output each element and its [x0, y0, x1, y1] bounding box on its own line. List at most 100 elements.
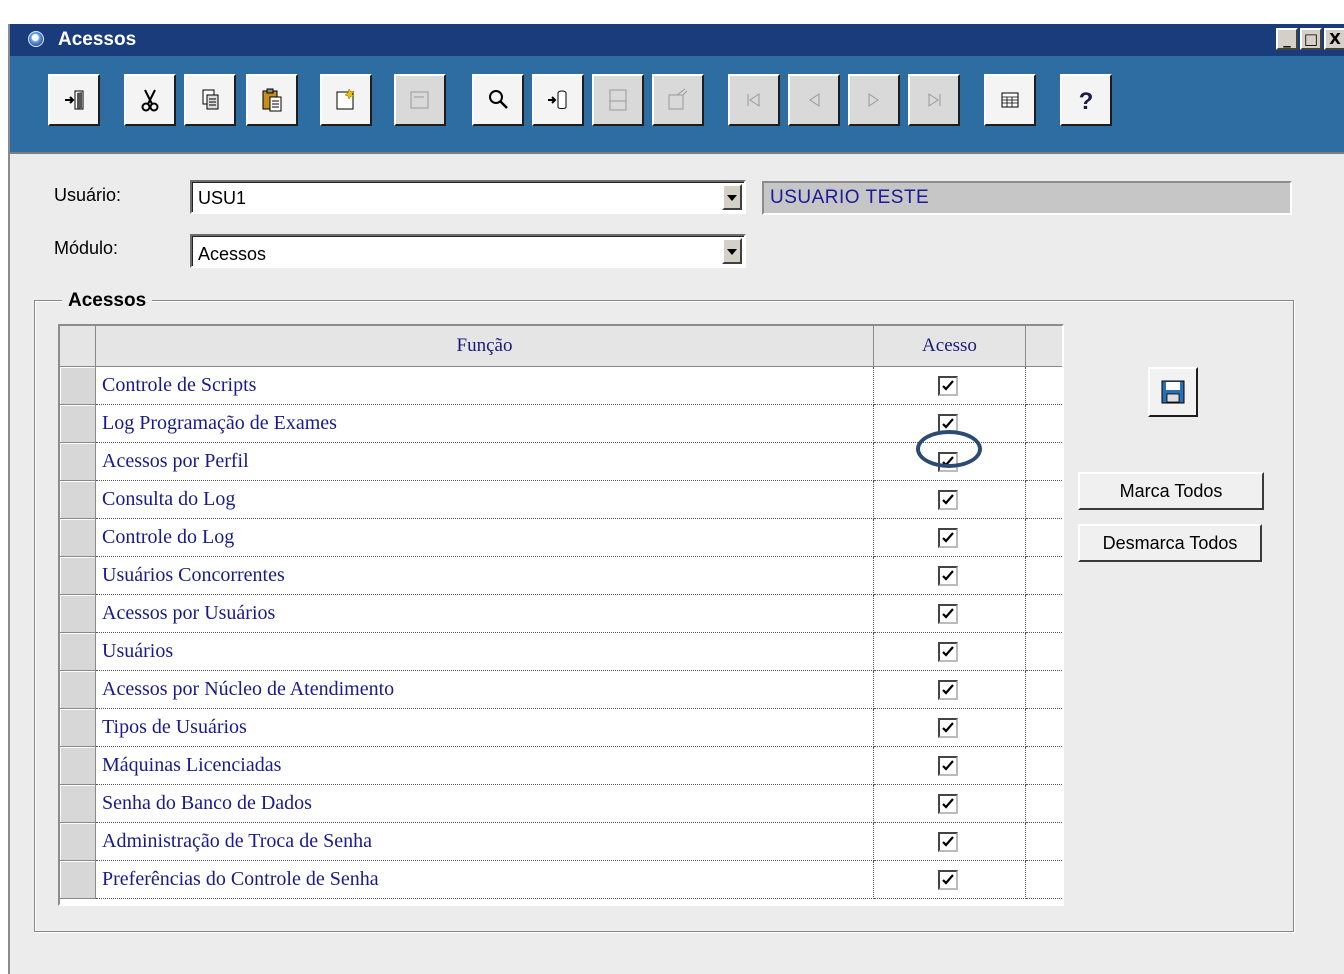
extra-cell: [1026, 747, 1062, 785]
desmarca-todos-button[interactable]: Desmarca Todos: [1078, 524, 1262, 562]
delete-record-button[interactable]: [592, 74, 644, 126]
insert-record-icon: [548, 90, 567, 109]
table-row[interactable]: Tipos de Usuários: [60, 709, 1062, 747]
insert-record-button[interactable]: [532, 74, 584, 126]
extra-cell: [1026, 481, 1062, 519]
table-row[interactable]: Log Programação de Exames: [60, 405, 1062, 443]
acesso-cell: [874, 405, 1026, 443]
marca-todos-button[interactable]: Marca Todos: [1078, 472, 1264, 510]
acesso-checkbox[interactable]: [938, 490, 958, 510]
funcao-cell[interactable]: Acessos por Perfil: [96, 443, 874, 481]
row-selector[interactable]: [60, 557, 96, 595]
table-row[interactable]: Usuários: [60, 633, 1062, 671]
funcao-cell[interactable]: Senha do Banco de Dados: [96, 785, 874, 823]
funcao-cell[interactable]: Máquinas Licenciadas: [96, 747, 874, 785]
row-selector[interactable]: [60, 443, 96, 481]
funcao-cell[interactable]: Acessos por Núcleo de Atendimento: [96, 671, 874, 709]
row-selector[interactable]: [60, 519, 96, 557]
svg-text:?: ?: [1079, 88, 1094, 115]
funcao-cell[interactable]: Tipos de Usuários: [96, 709, 874, 747]
table-row[interactable]: Acessos por Perfil: [60, 443, 1062, 481]
cut-button[interactable]: [124, 74, 176, 126]
close-button[interactable]: X: [1324, 28, 1344, 50]
new-record-button[interactable]: [320, 74, 372, 126]
last-record-button[interactable]: [908, 74, 960, 126]
acesso-checkbox[interactable]: [938, 718, 958, 738]
row-selector[interactable]: [60, 595, 96, 633]
funcao-cell[interactable]: Acessos por Usuários: [96, 595, 874, 633]
acesso-column-header[interactable]: Acesso: [874, 326, 1026, 366]
acesso-checkbox[interactable]: [938, 832, 958, 852]
acesso-cell: [874, 747, 1026, 785]
title-bar: Acessos _ □ X: [10, 24, 1344, 56]
checkmark-icon: [942, 608, 954, 619]
search-button[interactable]: [472, 74, 524, 126]
acesso-cell: [874, 443, 1026, 481]
table-row[interactable]: Usuários Concorrentes: [60, 557, 1062, 595]
acesso-checkbox[interactable]: [938, 680, 958, 700]
funcao-column-header[interactable]: Função: [96, 326, 874, 366]
row-selector[interactable]: [60, 405, 96, 443]
funcao-cell[interactable]: Usuários Concorrentes: [96, 557, 874, 595]
save-button[interactable]: [1148, 367, 1198, 417]
modulo-combo[interactable]: Acessos: [190, 234, 746, 268]
acesso-checkbox[interactable]: [938, 376, 958, 396]
table-row[interactable]: Preferências do Controle de Senha: [60, 861, 1062, 899]
acesso-checkbox[interactable]: [938, 870, 958, 890]
row-selector[interactable]: [60, 481, 96, 519]
copy-button[interactable]: [184, 74, 236, 126]
funcao-cell[interactable]: Consulta do Log: [96, 481, 874, 519]
acesso-checkbox[interactable]: [938, 452, 958, 472]
checkmark-icon: [942, 456, 954, 467]
acesso-checkbox[interactable]: [938, 794, 958, 814]
funcao-cell[interactable]: Log Programação de Exames: [96, 405, 874, 443]
paste-button[interactable]: [246, 74, 298, 126]
funcao-cell[interactable]: Usuários: [96, 633, 874, 671]
minimize-button[interactable]: _: [1276, 28, 1298, 50]
acesso-checkbox[interactable]: [938, 642, 958, 662]
funcao-cell[interactable]: Controle de Scripts: [96, 367, 874, 405]
row-selector[interactable]: [60, 747, 96, 785]
cancel-record-button[interactable]: [652, 74, 704, 126]
table-row[interactable]: Controle do Log: [60, 519, 1062, 557]
acesso-checkbox[interactable]: [938, 604, 958, 624]
first-record-button[interactable]: [728, 74, 780, 126]
row-selector[interactable]: [60, 709, 96, 747]
table-row[interactable]: Acessos por Núcleo de Atendimento: [60, 671, 1062, 709]
acesso-checkbox[interactable]: [938, 756, 958, 776]
row-selector[interactable]: [60, 671, 96, 709]
row-selector[interactable]: [60, 823, 96, 861]
grid-view-button[interactable]: [984, 74, 1036, 126]
funcao-cell[interactable]: Controle do Log: [96, 519, 874, 557]
row-selector[interactable]: [60, 367, 96, 405]
help-icon: ?: [1079, 88, 1094, 115]
exit-button[interactable]: [48, 74, 100, 126]
row-selector[interactable]: [60, 633, 96, 671]
acesso-checkbox[interactable]: [938, 528, 958, 548]
table-row[interactable]: Acessos por Usuários: [60, 595, 1062, 633]
previous-record-button[interactable]: [788, 74, 840, 126]
acesso-checkbox[interactable]: [938, 566, 958, 586]
funcao-cell[interactable]: Preferências do Controle de Senha: [96, 861, 874, 899]
usuario-combo[interactable]: USU1: [190, 180, 746, 214]
acesso-checkbox[interactable]: [938, 414, 958, 434]
table-row[interactable]: Controle de Scripts: [60, 367, 1062, 405]
next-record-button[interactable]: [848, 74, 900, 126]
row-selector[interactable]: [60, 785, 96, 823]
usuario-label: Usuário:: [54, 185, 122, 205]
edit-record-button[interactable]: [394, 74, 446, 126]
maximize-button[interactable]: □: [1300, 28, 1322, 50]
table-row[interactable]: Senha do Banco de Dados: [60, 785, 1062, 823]
modulo-dropdown-button[interactable]: [722, 238, 742, 264]
help-button[interactable]: ?: [1060, 74, 1112, 126]
acesso-cell: [874, 633, 1026, 671]
table-row[interactable]: Consulta do Log: [60, 481, 1062, 519]
table-row[interactable]: Máquinas Licenciadas: [60, 747, 1062, 785]
usuario-dropdown-button[interactable]: [722, 184, 742, 210]
paste-icon: [262, 88, 282, 112]
row-selector[interactable]: [60, 861, 96, 899]
funcao-cell[interactable]: Administração de Troca de Senha: [96, 823, 874, 861]
acesso-cell: [874, 709, 1026, 747]
cut-icon: [141, 89, 159, 112]
table-row[interactable]: Administração de Troca de Senha: [60, 823, 1062, 861]
